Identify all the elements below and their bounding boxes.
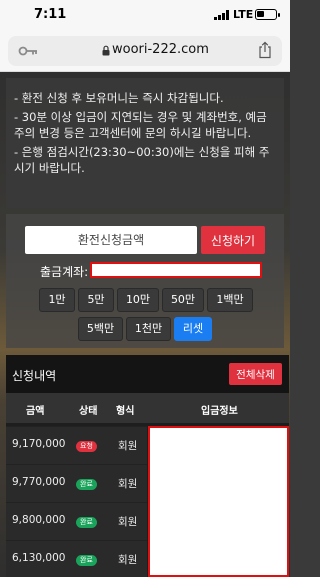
address-field[interactable]: woori-222.com <box>8 36 282 66</box>
page-url: woori-222.com <box>112 42 209 57</box>
battery-icon <box>255 9 280 20</box>
row-amount: 9,770,000 <box>12 476 66 488</box>
status-badge: 완료 <box>76 479 97 490</box>
signal-icon <box>214 10 229 20</box>
account-field[interactable] <box>90 262 262 278</box>
key-icon[interactable] <box>18 45 38 57</box>
status-badge: 완료 <box>76 555 97 566</box>
column-type: 형식 <box>116 406 135 417</box>
amount-input[interactable] <box>25 226 197 254</box>
amount-chip-10m[interactable]: 1천만 <box>126 317 171 341</box>
amount-chip-10k[interactable]: 1만 <box>39 288 75 312</box>
history-title: 신청내역 <box>12 369 57 383</box>
column-status: 상태 <box>79 406 98 417</box>
deposit-info-panel[interactable] <box>148 426 289 577</box>
amount-chip-500k[interactable]: 50만 <box>162 288 204 312</box>
row-amount: 9,800,000 <box>12 514 66 526</box>
history-header: 신청내역 전체삭제 <box>6 355 289 393</box>
row-type: 회원 <box>118 516 138 528</box>
reset-button[interactable]: 리셋 <box>174 317 212 341</box>
withdrawal-history: 신청내역 전체삭제 금액 상태 형식 입금정보 9,170,000 요청 회원 … <box>6 355 289 577</box>
status-badge: 완료 <box>76 517 97 528</box>
row-type: 회원 <box>118 554 138 566</box>
status-badge: 요청 <box>76 441 97 452</box>
column-deposit-info: 입금정보 <box>201 406 238 417</box>
browser-url-bar: woori-222.com <box>0 30 290 72</box>
amount-chip-100k[interactable]: 10만 <box>117 288 159 312</box>
share-icon[interactable] <box>258 41 272 59</box>
account-label: 출금계좌: <box>40 265 89 279</box>
notice-line: - 환전 신청 후 보유머니는 즉시 차감됩니다. <box>14 91 224 105</box>
withdrawal-notice: - 환전 신청 후 보유머니는 즉시 차감됩니다. - 30분 이상 입금이 지… <box>6 78 284 208</box>
amount-chip-1m[interactable]: 1백만 <box>207 288 253 312</box>
amount-chip-5m[interactable]: 5백만 <box>78 317 123 341</box>
row-amount: 6,130,000 <box>12 552 66 564</box>
status-time: 7:11 <box>34 7 67 22</box>
apply-button[interactable]: 신청하기 <box>201 226 265 254</box>
row-type: 회원 <box>118 478 138 490</box>
withdrawal-form: 신청하기 출금계좌: 1만 5만 10만 50만 1백만 5백만 1천만 리셋 <box>6 214 284 348</box>
table-row[interactable]: 6,130,000 완료 회원 <box>6 540 147 577</box>
status-bar: 7:11 LTE <box>0 0 290 30</box>
network-label: LTE <box>233 8 254 21</box>
amount-chip-50k[interactable]: 5만 <box>78 288 114 312</box>
delete-all-button[interactable]: 전체삭제 <box>229 363 282 385</box>
lock-icon <box>102 45 110 56</box>
notice-line: - 은행 점검시간(23:30~00:30)에는 신청을 피해 주시기 바랍니다… <box>14 145 270 175</box>
column-amount: 금액 <box>26 406 45 417</box>
table-row[interactable]: 9,800,000 완료 회원 <box>6 502 147 540</box>
notice-line: - 30분 이상 입금이 지연되는 경우 및 계좌번호, 예금주의 변경 등은 … <box>14 110 267 140</box>
row-type: 회원 <box>118 440 138 452</box>
table-header: 금액 상태 형식 입금정보 <box>6 393 289 423</box>
table-row[interactable]: 9,770,000 완료 회원 <box>6 464 147 502</box>
table-row[interactable]: 9,170,000 요청 회원 <box>6 426 147 464</box>
row-amount: 9,170,000 <box>12 438 66 450</box>
